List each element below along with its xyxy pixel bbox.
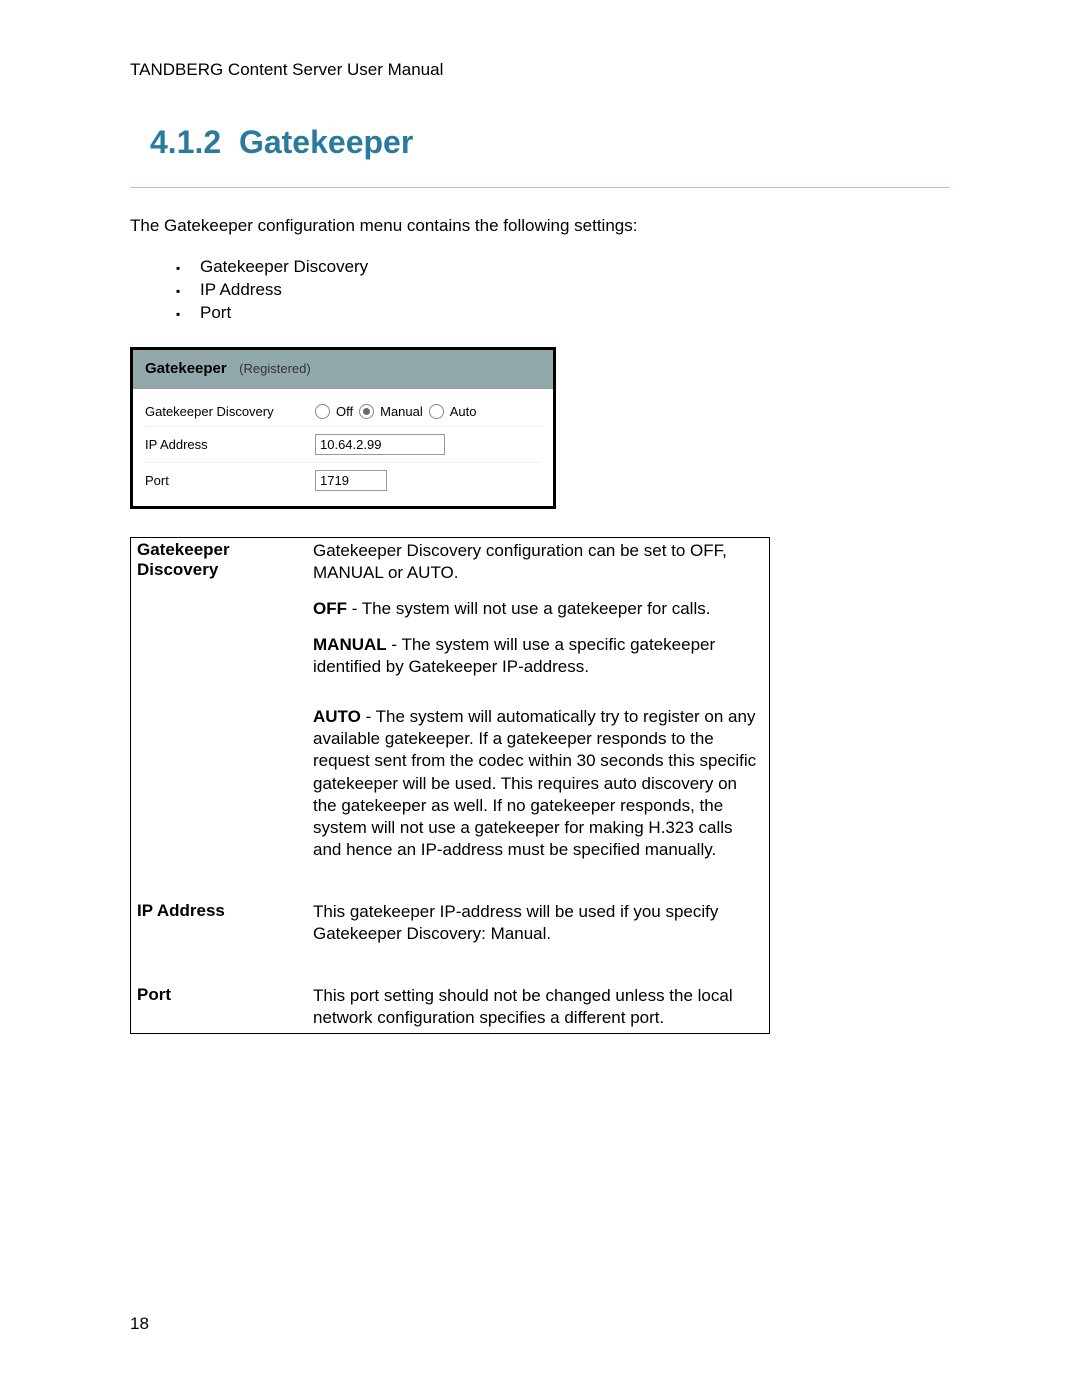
description-table: Gatekeeper Discovery Gatekeeper Discover… bbox=[130, 537, 770, 1035]
desc-p2: OFF - The system will not use a gatekeep… bbox=[313, 598, 761, 620]
list-item: Gatekeeper Discovery bbox=[200, 256, 950, 279]
list-item: Port bbox=[200, 302, 950, 325]
ip-address-input[interactable] bbox=[315, 434, 445, 455]
radio-off-label: Off bbox=[336, 404, 353, 419]
port-label: Port bbox=[145, 473, 315, 488]
desc-p4: AUTO - The system will automatically try… bbox=[313, 706, 761, 861]
divider bbox=[130, 187, 950, 188]
panel-title: Gatekeeper bbox=[145, 360, 227, 377]
list-item: IP Address bbox=[200, 279, 950, 302]
panel-status: (Registered) bbox=[239, 361, 311, 376]
term-ip-address: IP Address bbox=[131, 877, 314, 961]
section-number: 4.1.2 bbox=[150, 124, 221, 160]
settings-list: Gatekeeper Discovery IP Address Port bbox=[130, 256, 950, 325]
radio-manual-label: Manual bbox=[380, 404, 423, 419]
term-gatekeeper-discovery: Gatekeeper Discovery bbox=[131, 537, 314, 877]
radio-auto-label: Auto bbox=[450, 404, 477, 419]
radio-off[interactable] bbox=[315, 404, 330, 419]
page-number: 18 bbox=[130, 1314, 950, 1334]
section-title-text: Gatekeeper bbox=[239, 124, 413, 160]
desc-ip: This gatekeeper IP-address will be used … bbox=[313, 901, 761, 945]
section-heading: 4.1.2 Gatekeeper bbox=[150, 124, 950, 161]
radio-auto[interactable] bbox=[429, 404, 444, 419]
term-port: Port bbox=[131, 961, 314, 1034]
panel-titlebar: Gatekeeper (Registered) bbox=[133, 350, 553, 389]
ip-address-label: IP Address bbox=[145, 437, 315, 452]
radio-manual[interactable] bbox=[359, 404, 374, 419]
intro-text: The Gatekeeper configuration menu contai… bbox=[130, 216, 950, 236]
doc-header: TANDBERG Content Server User Manual bbox=[130, 60, 950, 80]
desc-port: This port setting should not be changed … bbox=[313, 985, 761, 1029]
gatekeeper-config-panel: Gatekeeper (Registered) Gatekeeper Disco… bbox=[130, 347, 556, 509]
discovery-label: Gatekeeper Discovery bbox=[145, 404, 315, 419]
desc-p1: Gatekeeper Discovery configuration can b… bbox=[313, 540, 761, 584]
port-input[interactable] bbox=[315, 470, 387, 491]
desc-p3: MANUAL - The system will use a specific … bbox=[313, 634, 761, 678]
